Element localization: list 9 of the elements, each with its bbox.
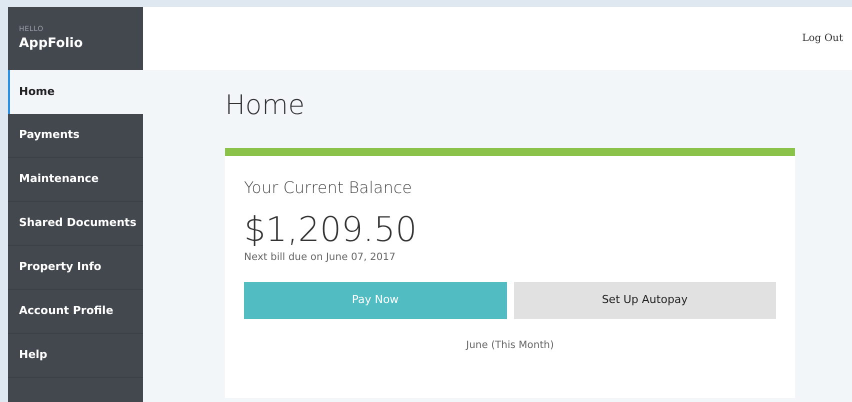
balance-title: Your Current Balance [244,177,414,199]
balance-amount: $1,209.50 [244,210,418,250]
due-date-note: Next bill due on June 07, 2017 [244,251,396,265]
month-label: June (This Month) [464,339,555,353]
brand-name: AppFolio [19,35,84,53]
nav-item[interactable]: Home [8,70,143,114]
page-title: Home [225,89,306,123]
autopay-button[interactable]: Set Up Autopay [514,282,776,319]
logout-link[interactable]: Log Out [802,31,843,46]
